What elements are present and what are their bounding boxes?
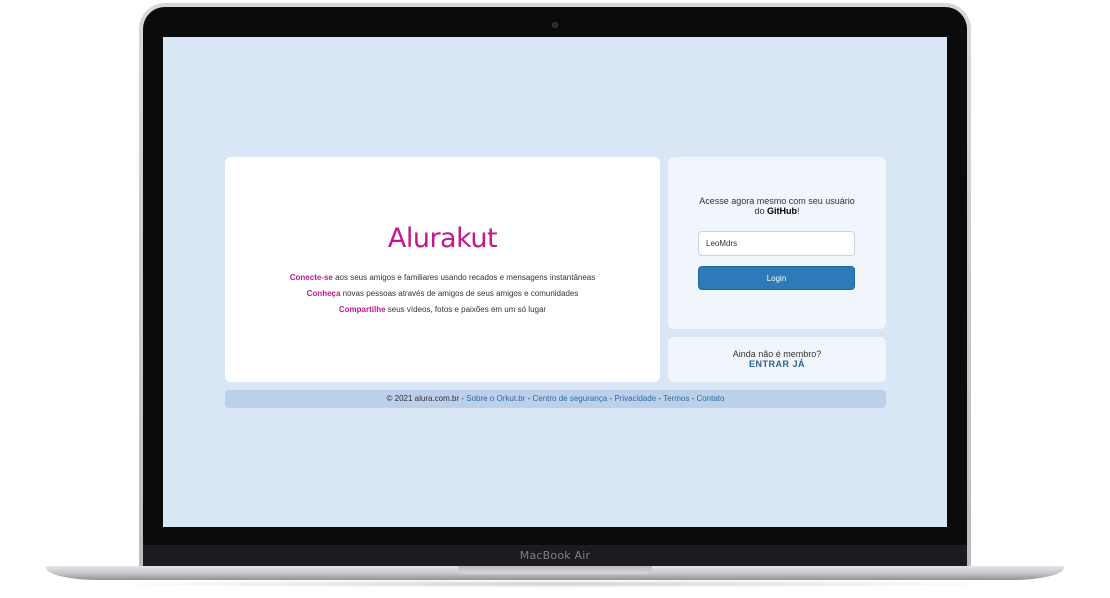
footer-copyright: © 2021 alura.com.br xyxy=(386,394,460,403)
device-label: MacBook Air xyxy=(519,549,591,562)
login-prompt-suffix: ! xyxy=(797,206,800,216)
username-input[interactable] xyxy=(698,231,855,256)
feature-share-text: seus vídeos, fotos e paixões em um só lu… xyxy=(385,305,547,314)
laptop-shadow xyxy=(90,580,1020,588)
feature-share-bold: Compartilhe xyxy=(338,305,386,314)
login-prompt-github: GitHub xyxy=(767,206,797,216)
feature-connect-text: aos seus amigos e familiares usando reca… xyxy=(332,273,596,282)
signup-link[interactable]: ENTRAR JÁ xyxy=(668,359,886,369)
feature-meet-bold: Conheça xyxy=(306,289,341,298)
login-button[interactable]: Login xyxy=(698,266,855,290)
footer-link-terms[interactable]: Termos xyxy=(663,394,689,403)
feature-list: Conecte-se aos seus amigos e familiares … xyxy=(225,272,660,320)
camera-icon xyxy=(552,22,558,28)
footer-bar: © 2021 alura.com.br - Sobre o Orkut.br -… xyxy=(225,390,886,408)
laptop-notch xyxy=(458,566,652,574)
signup-panel: Ainda não é membro? ENTRAR JÁ xyxy=(668,337,886,382)
feature-meet: Conheça novas pessoas através de amigos … xyxy=(225,288,660,304)
login-prompt: Acesse agora mesmo com seu usuário do Gi… xyxy=(668,196,886,216)
welcome-panel: Alurakut Conecte-se aos seus amigos e fa… xyxy=(225,157,660,382)
signup-question: Ainda não é membro? xyxy=(732,349,822,359)
feature-connect-bold: Conecte-se xyxy=(289,273,333,282)
login-panel: Acesse agora mesmo com seu usuário do Gi… xyxy=(668,157,886,329)
feature-meet-text: novas pessoas através de amigos de seus … xyxy=(340,289,579,298)
screen: Alurakut Conecte-se aos seus amigos e fa… xyxy=(163,37,947,527)
login-prompt-line1: Acesse agora mesmo com seu usuário xyxy=(699,196,855,206)
alurakut-logo: Alurakut xyxy=(387,223,498,254)
footer-link-contact[interactable]: Contato xyxy=(696,394,724,403)
footer-link-privacy[interactable]: Privacidade xyxy=(614,394,656,403)
footer-link-security[interactable]: Centro de segurança xyxy=(532,394,607,403)
feature-share: Compartilhe seus vídeos, fotos e paixões… xyxy=(225,304,660,320)
footer-link-about[interactable]: Sobre o Orkut.br xyxy=(466,394,525,403)
login-prompt-prefix: do xyxy=(754,206,767,216)
feature-connect: Conecte-se aos seus amigos e familiares … xyxy=(225,272,660,288)
